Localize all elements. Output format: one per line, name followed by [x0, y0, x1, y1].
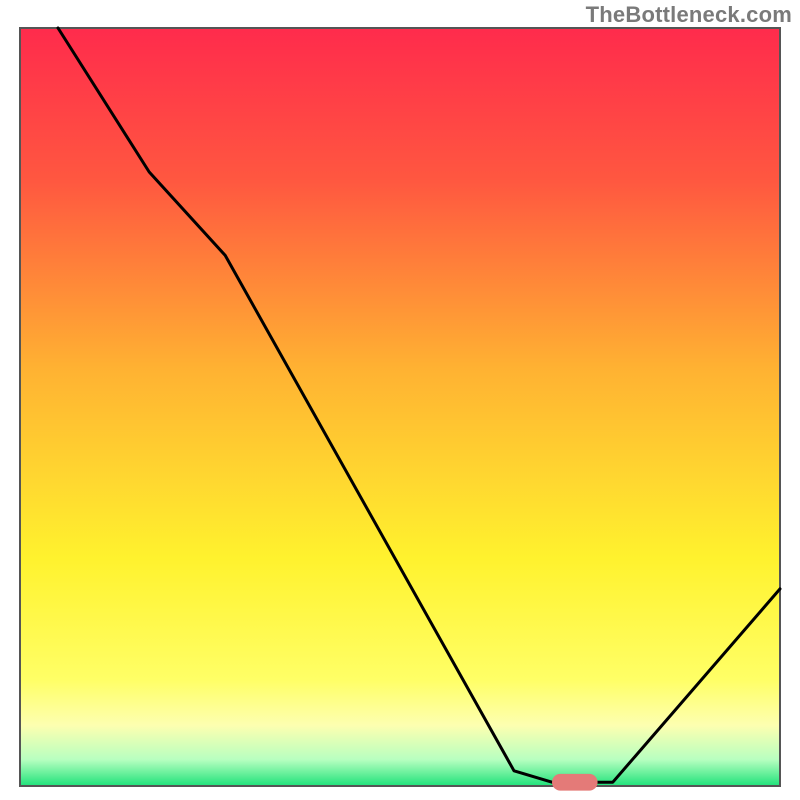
bottleneck-chart	[0, 0, 800, 800]
gradient-background	[20, 28, 780, 786]
watermark-text: TheBottleneck.com	[586, 2, 792, 28]
chart-container: TheBottleneck.com	[0, 0, 800, 800]
highlight-pill	[552, 774, 598, 791]
